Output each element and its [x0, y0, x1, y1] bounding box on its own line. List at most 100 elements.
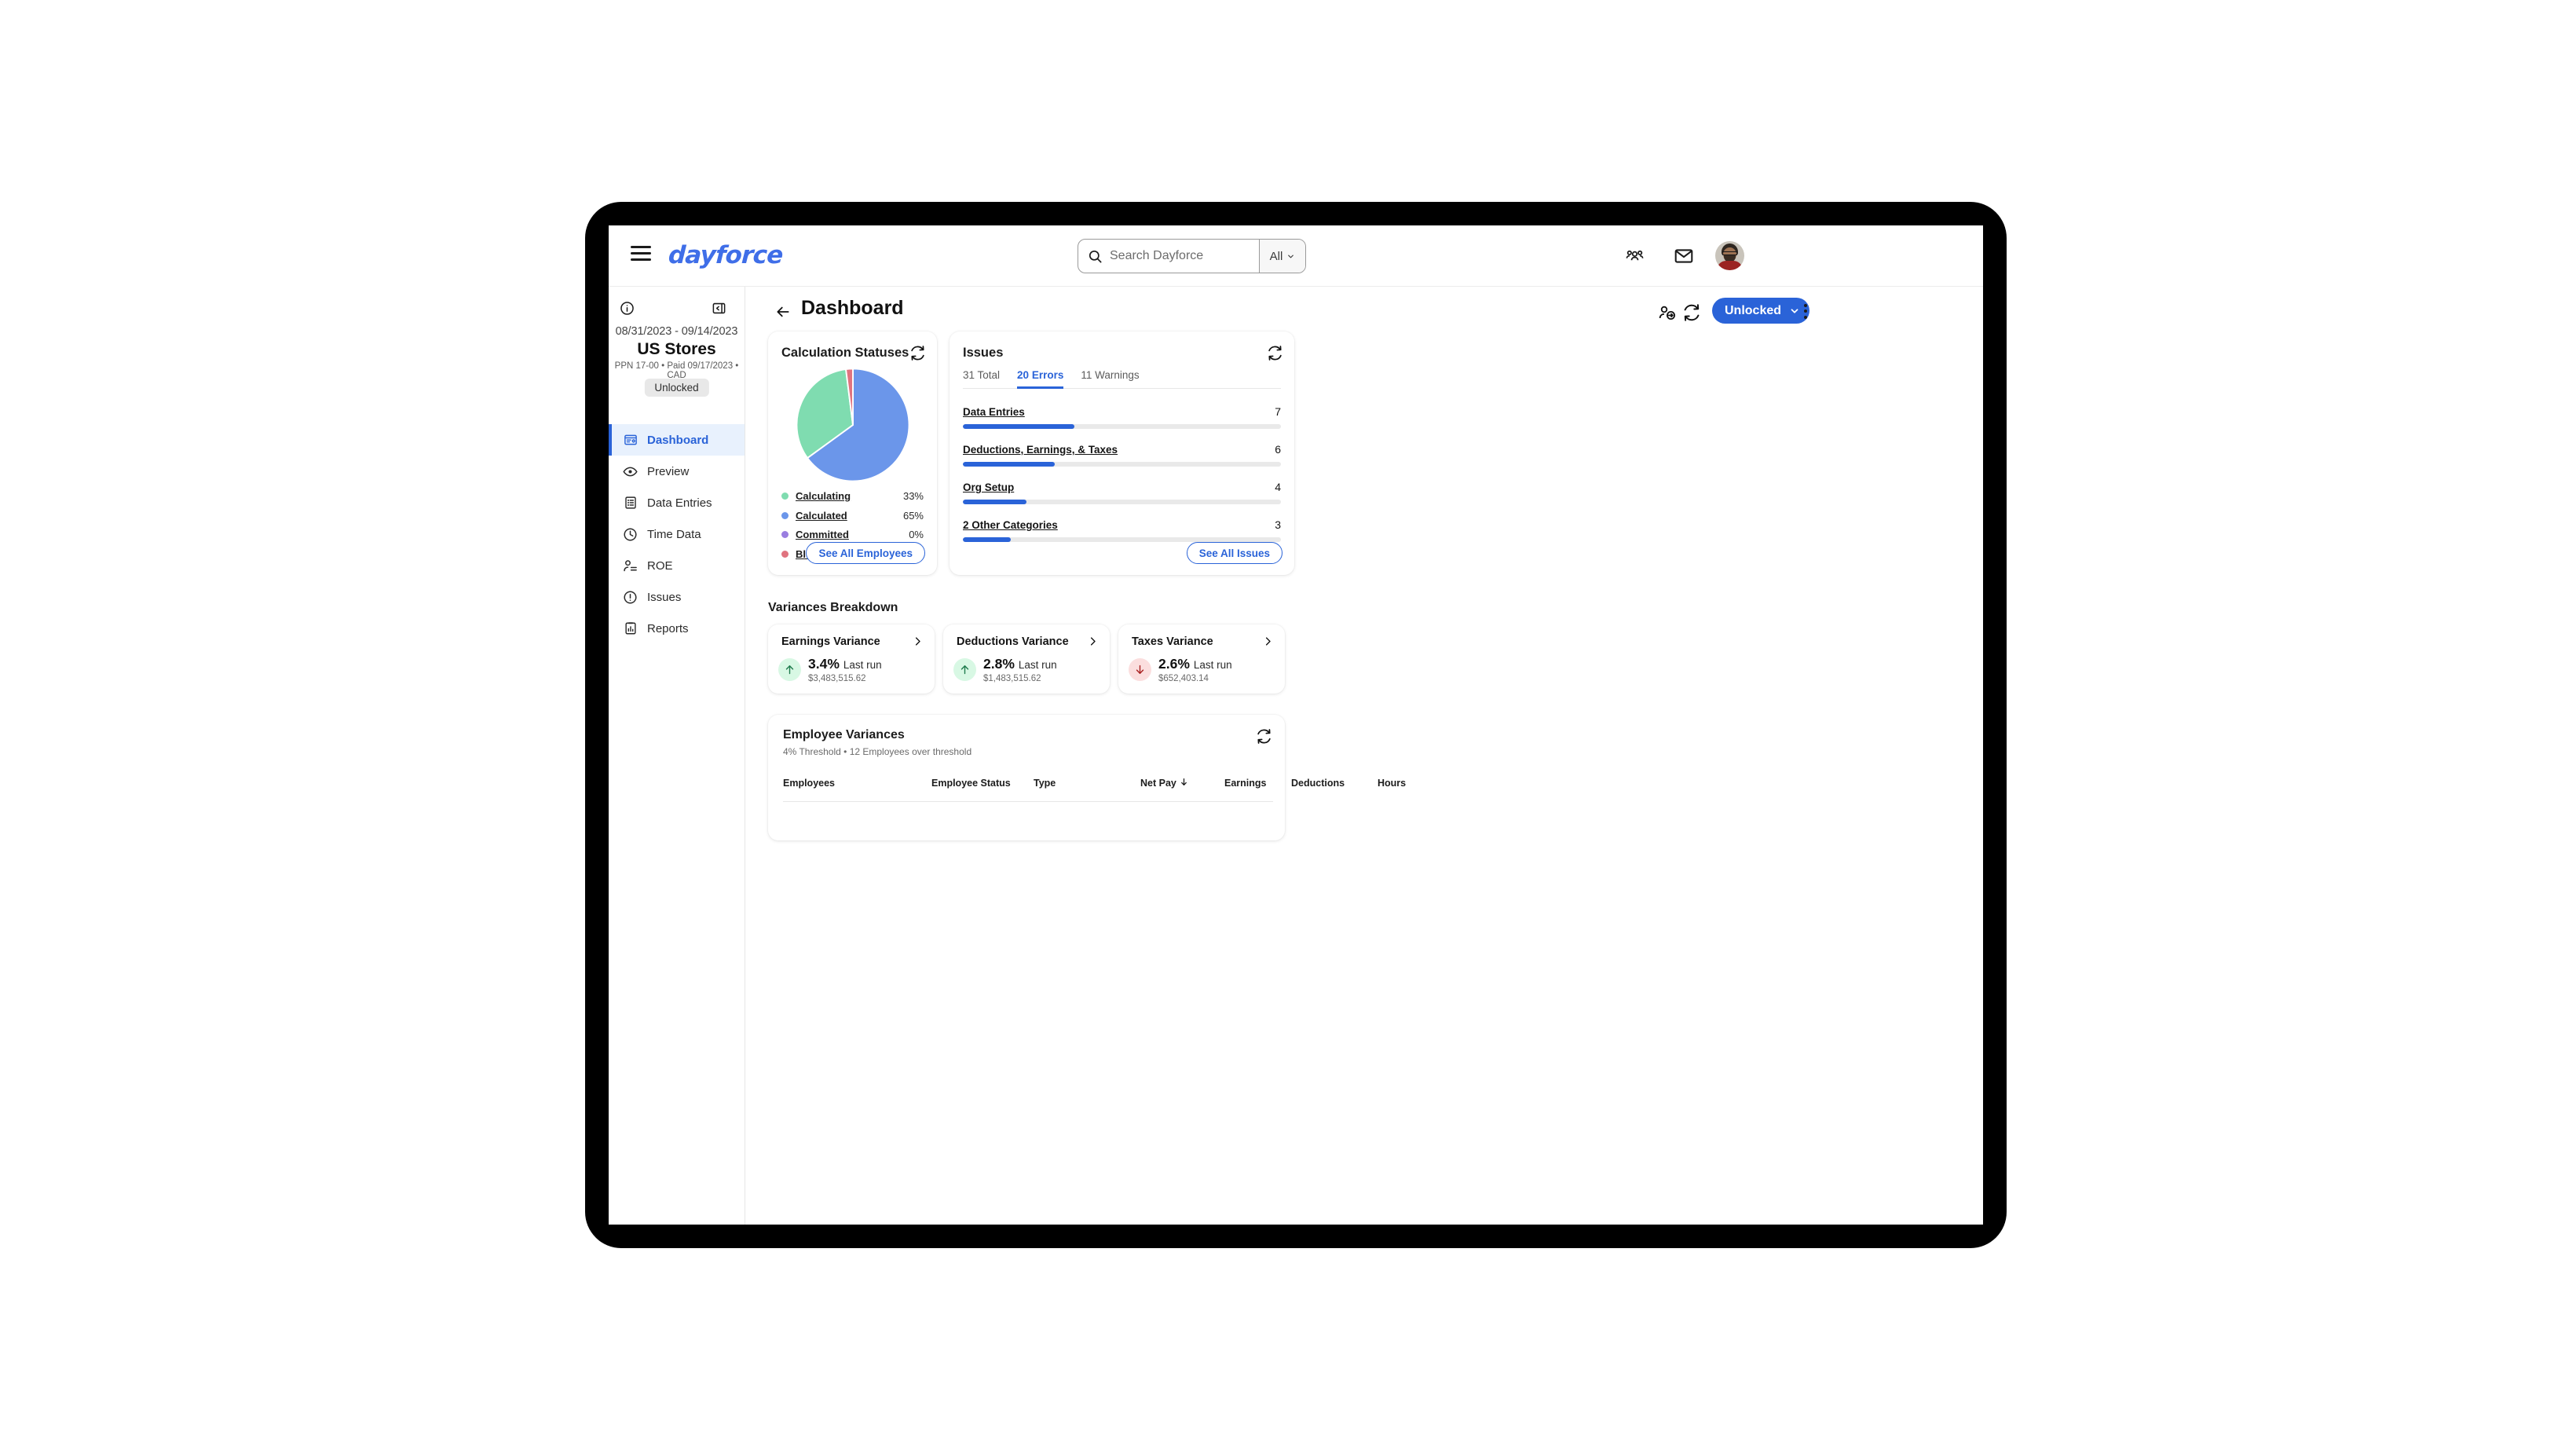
see-all-issues-button[interactable]: See All Issues: [1186, 542, 1283, 564]
column-header-employees[interactable]: Employees: [783, 778, 835, 789]
refresh-icon[interactable]: [1681, 302, 1702, 323]
refresh-icon[interactable]: [909, 345, 926, 361]
issues-card: Issues 31 Total 20 Errors 11 Warnings Data…: [950, 331, 1294, 575]
search-scope-dropdown[interactable]: All: [1259, 240, 1305, 273]
variance-amount: $3,483,515.62: [808, 674, 866, 683]
legend-percent: 0%: [909, 529, 924, 540]
issues-tab-11-warnings[interactable]: 11 Warnings: [1081, 369, 1139, 388]
variance-percent: 2.6%: [1158, 656, 1190, 672]
sidebar-item-label: ROE: [647, 558, 673, 573]
legend-item-calculated[interactable]: Calculated 65%: [781, 508, 924, 523]
back-arrow-icon[interactable]: [775, 304, 791, 324]
issues-tab-20-errors[interactable]: 20 Errors: [1017, 369, 1064, 389]
sidebar-item-label: Preview: [647, 464, 690, 478]
issue-category-link[interactable]: Org Setup: [963, 482, 1014, 493]
earnings-variance-card[interactable]: Earnings Variance 3.4% Last run $3,483,515.…: [768, 624, 935, 694]
issue-category-link[interactable]: Data Entries: [963, 406, 1025, 418]
calculation-statuses-card: Calculation Statuses Calculating 33% Calcu…: [768, 331, 937, 575]
calculation-statuses-title: Calculation Statuses: [781, 346, 909, 360]
mail-envelope-icon[interactable]: [1671, 243, 1696, 269]
variance-title: Deductions Variance: [957, 635, 1069, 648]
collapse-panel-icon[interactable]: [712, 301, 726, 320]
refresh-icon[interactable]: [1256, 728, 1272, 745]
variance-headline: 2.6% Last run: [1158, 656, 1232, 672]
sidebar-item-time-data[interactable]: Time Data: [609, 518, 745, 550]
variance-trend-up-icon: [953, 658, 976, 681]
sidebar-item-preview[interactable]: Preview: [609, 456, 745, 487]
see-all-employees-button[interactable]: See All Employees: [806, 542, 925, 564]
employee-variances-subtitle: 4% Threshold • 12 Employees over thresho…: [783, 746, 972, 757]
legend-label[interactable]: Calculated: [796, 510, 847, 522]
dashboard-icon: [623, 433, 638, 448]
chevron-right-icon[interactable]: [1262, 635, 1274, 651]
avatar-shirt: [1717, 261, 1743, 270]
employee-variances-table-header: Employees Employee Status Type Net Pay Earni…: [783, 774, 1406, 802]
eye-icon: [623, 464, 638, 479]
column-header-hours[interactable]: Hours: [1378, 778, 1406, 789]
issue-row-head: 2 Other Categories 3: [963, 518, 1281, 531]
column-header-earnings[interactable]: Earnings: [1224, 778, 1267, 789]
pay-period-range: 08/31/2023 - 09/14/2023: [615, 325, 738, 338]
variance-body: 2.8% Last run $1,483,515.62: [953, 656, 1057, 683]
column-header-label: Employees: [783, 778, 836, 789]
issue-count: 7: [1275, 405, 1281, 418]
column-header-type[interactable]: Type: [1034, 778, 1056, 789]
issue-category-link[interactable]: Deductions, Earnings, & Taxes: [963, 444, 1118, 456]
search-bar[interactable]: All: [1078, 239, 1306, 273]
pay-group-name: US Stores: [637, 340, 716, 358]
sidebar-item-issues[interactable]: Issues: [609, 581, 745, 613]
chevron-right-icon[interactable]: [912, 635, 924, 651]
clock-icon: [623, 527, 638, 542]
info-circle-icon[interactable]: [620, 301, 635, 320]
sidebar-item-reports[interactable]: Reports: [609, 613, 745, 644]
variance-note: Last run: [1193, 659, 1232, 671]
sort-descending-icon[interactable]: [1180, 778, 1188, 789]
deductions-variance-card[interactable]: Deductions Variance 2.8% Last run $1,483,51…: [943, 624, 1110, 694]
variance-body: 3.4% Last run $3,483,515.62: [778, 656, 882, 683]
column-header-label: Net Pay: [1140, 778, 1176, 789]
legend-item-calculating[interactable]: Calculating 33%: [781, 489, 924, 503]
status-badge: Unlocked: [644, 379, 709, 397]
legend-label[interactable]: Calculating: [796, 490, 851, 502]
issue-row-head: Deductions, Earnings, & Taxes 6: [963, 443, 1281, 456]
refresh-icon[interactable]: [1267, 345, 1283, 361]
more-options-icon[interactable]: [1797, 300, 1814, 322]
search-scope-label: All: [1269, 249, 1283, 263]
variance-headline: 2.8% Last run: [983, 656, 1057, 672]
column-header-deductions[interactable]: Deductions: [1291, 778, 1345, 789]
variance-percent: 2.8%: [983, 656, 1015, 672]
issue-category-link[interactable]: 2 Other Categories: [963, 519, 1058, 531]
sidebar-item-roe[interactable]: ROE: [609, 550, 745, 581]
assign-person-icon[interactable]: [1657, 302, 1678, 323]
sidebar-nav-list: Dashboard Preview Data Entries Time Data ROE…: [609, 424, 745, 644]
sidebar-item-data-entries[interactable]: Data Entries: [609, 487, 745, 518]
variance-amount: $652,403.14: [1158, 674, 1209, 683]
column-header-employee-status[interactable]: Employee Status: [931, 778, 1011, 789]
taxes-variance-card[interactable]: Taxes Variance 2.6% Last run $652,403.14: [1118, 624, 1285, 694]
sidebar-item-label: Time Data: [647, 527, 701, 541]
pay-period-meta: PPN 17-00 • Paid 09/17/2023 • CAD: [614, 361, 739, 380]
variance-percent: 3.4%: [808, 656, 840, 672]
column-header-label: Hours: [1378, 778, 1407, 789]
sidebar-item-label: Data Entries: [647, 496, 712, 510]
chevron-right-icon[interactable]: [1087, 635, 1099, 651]
issues-tab-31-total[interactable]: 31 Total: [963, 369, 1000, 388]
legend-item-committed[interactable]: Committed 0%: [781, 527, 924, 542]
lock-status-dropdown-button[interactable]: Unlocked: [1712, 298, 1810, 324]
variance-headline: 3.4% Last run: [808, 656, 882, 672]
variance-amount: $1,483,515.62: [983, 674, 1041, 683]
people-group-icon[interactable]: [1622, 243, 1647, 269]
issue-category-row: Org Setup 4: [963, 481, 1281, 504]
search-input[interactable]: [1110, 240, 1259, 272]
column-header-net-pay[interactable]: Net Pay: [1140, 778, 1188, 789]
variance-body: 2.6% Last run $652,403.14: [1129, 656, 1232, 683]
sidebar-item-dashboard[interactable]: Dashboard: [609, 424, 745, 456]
variance-values: 3.4% Last run $3,483,515.62: [808, 656, 882, 683]
legend-label[interactable]: Committed: [796, 529, 849, 540]
issues-tab-bar: 31 Total 20 Errors 11 Warnings: [963, 369, 1281, 389]
user-avatar[interactable]: [1715, 241, 1744, 270]
hamburger-menu-icon[interactable]: [631, 246, 651, 266]
legend-color-dot: [781, 511, 789, 519]
employee-variances-card: Employee Variances 4% Threshold • 12 Emp…: [768, 715, 1406, 840]
variances-breakdown-heading: Variances Breakdown: [768, 601, 898, 614]
